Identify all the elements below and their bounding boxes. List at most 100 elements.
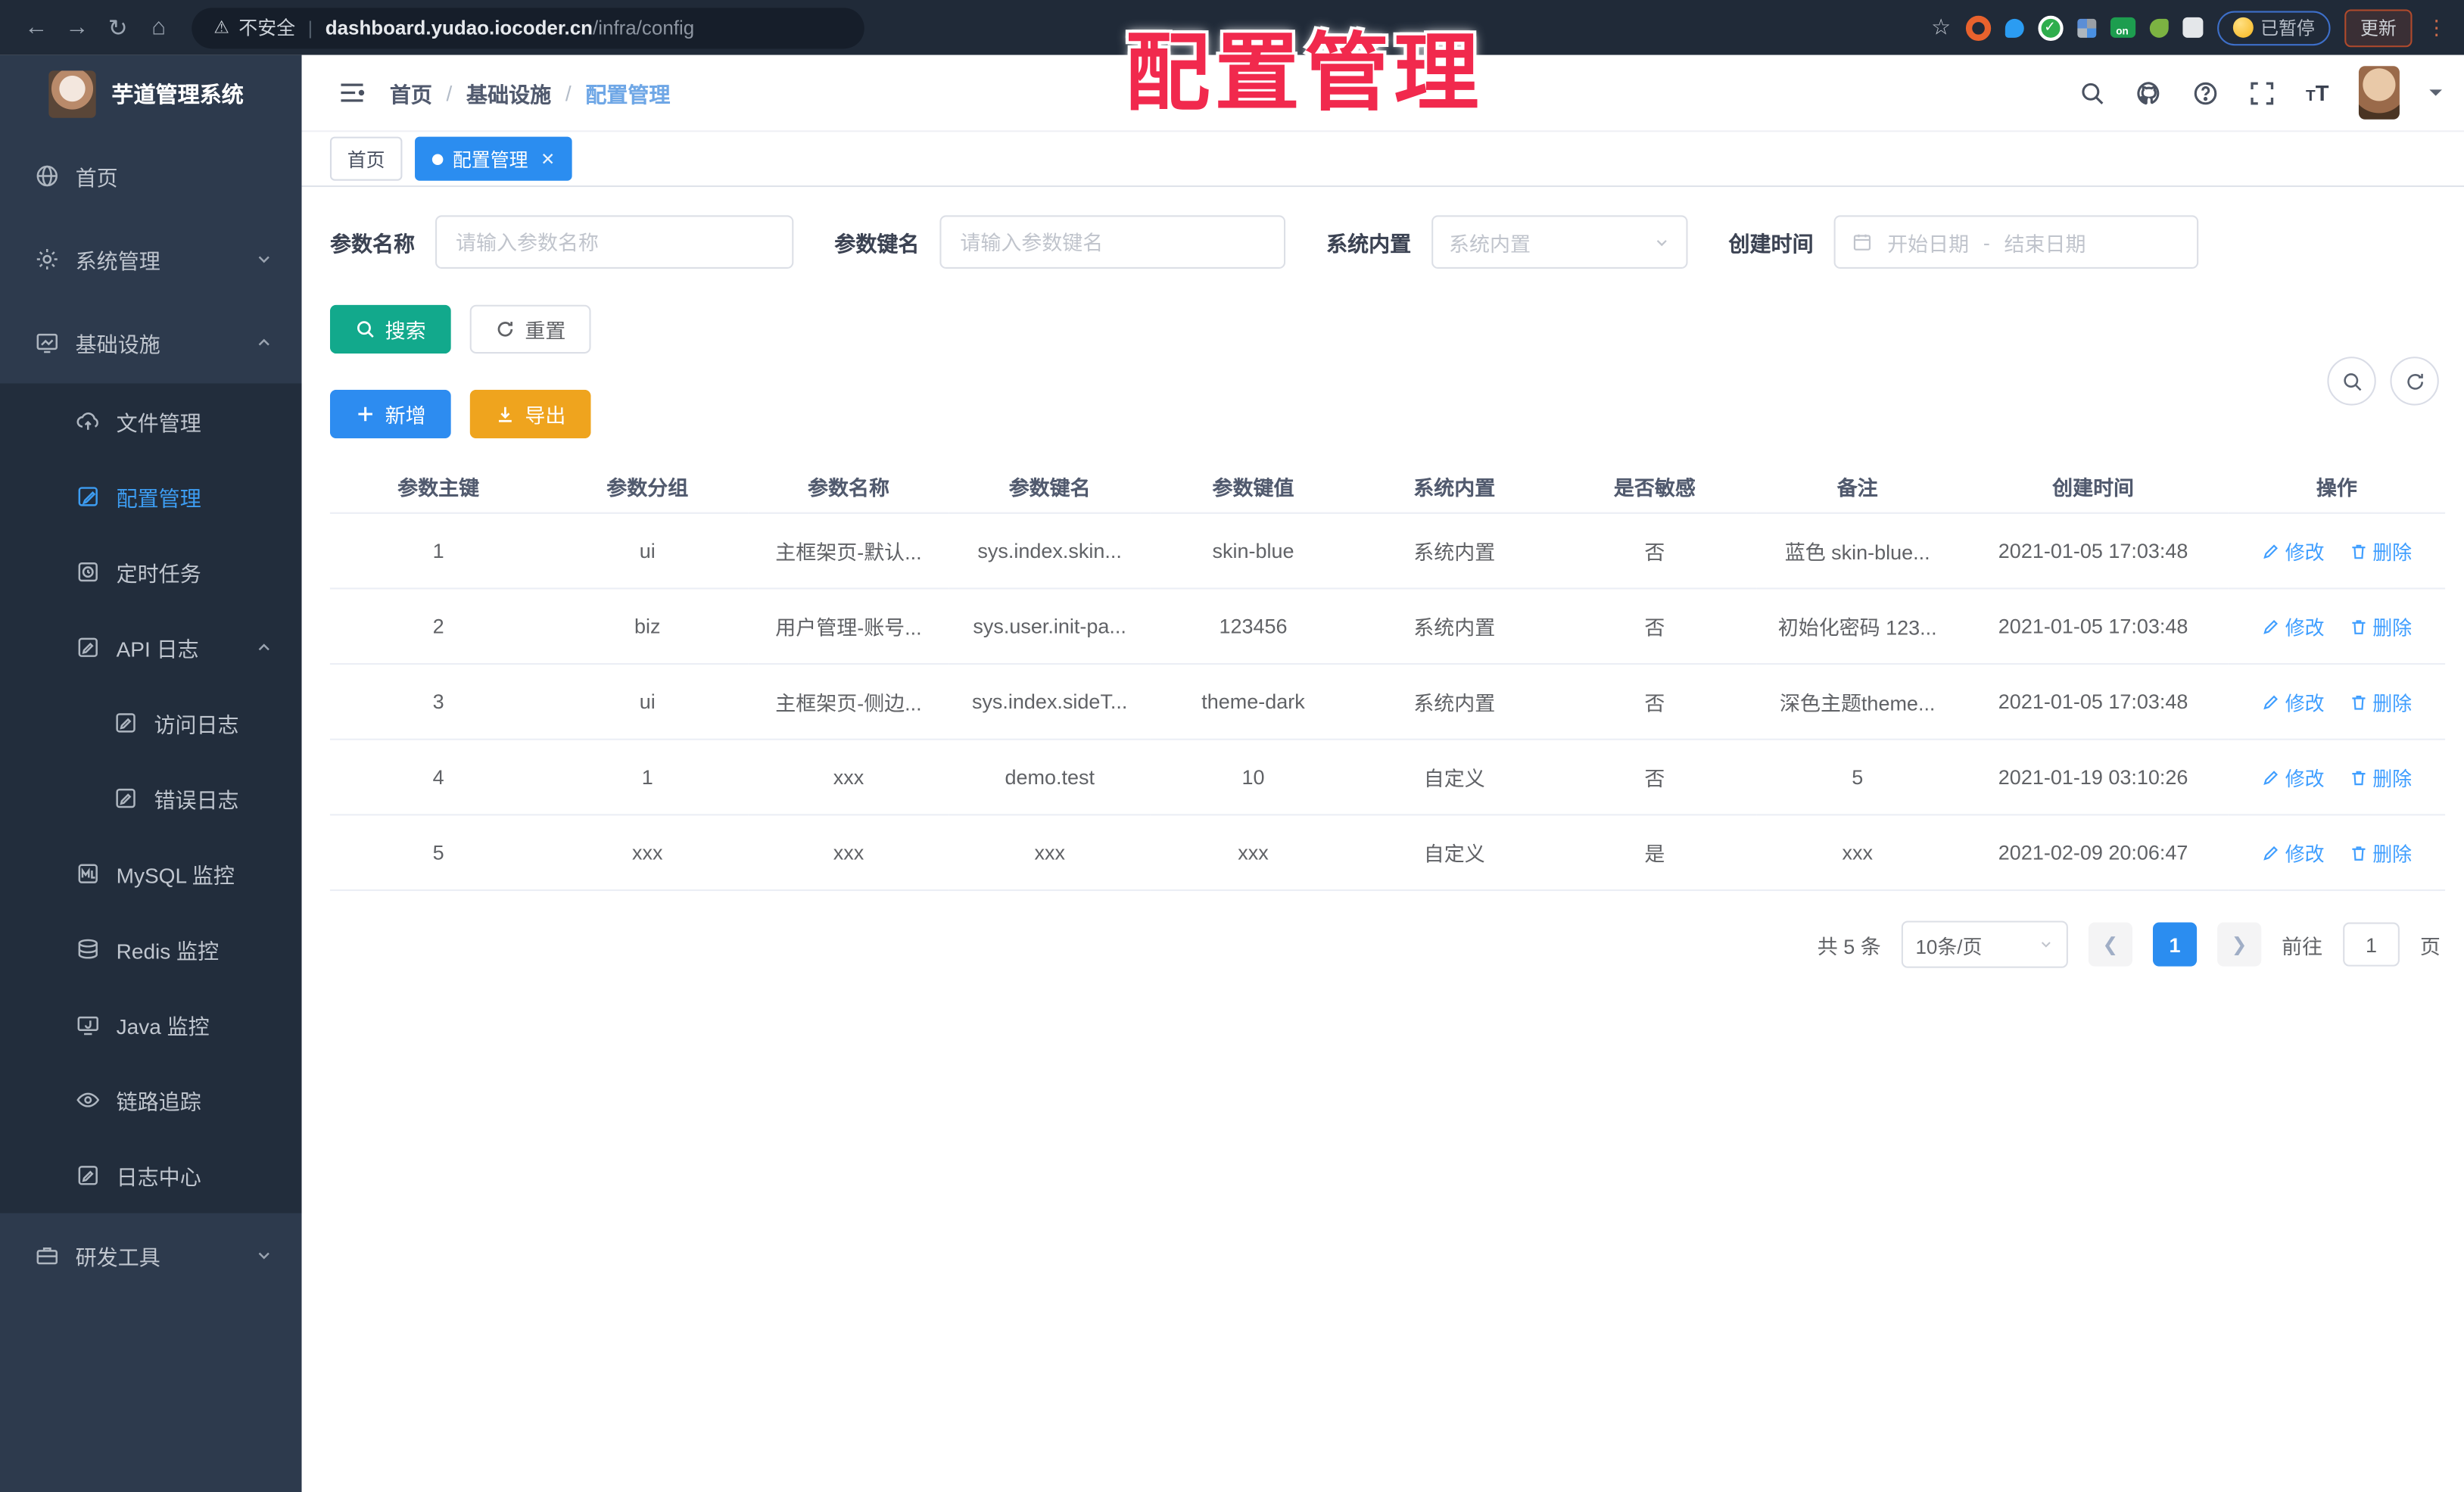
sidebar-item-dev-tools[interactable]: 研发工具: [0, 1213, 302, 1297]
delete-link[interactable]: 删除: [2349, 612, 2412, 641]
current-page-button[interactable]: 1: [2152, 922, 2198, 967]
sidebar-item-file-manage[interactable]: 文件管理: [0, 384, 302, 459]
navbar-tools: TT: [2079, 66, 2442, 120]
chevron-up-icon: [254, 332, 273, 351]
cell-group: 1: [547, 739, 749, 816]
cell-actions: 修改 删除: [2228, 739, 2446, 816]
reset-button[interactable]: 重置: [469, 304, 591, 354]
edit-link[interactable]: 修改: [2262, 837, 2325, 867]
extension-check-icon[interactable]: ✓: [2037, 14, 2063, 40]
filter-system-type: 系统内置 系统内置: [1326, 215, 1688, 269]
col-header: 是否敏感: [1552, 460, 1757, 514]
refresh-table-button[interactable]: [2390, 357, 2439, 406]
sidebar-item-scheduled-jobs[interactable]: 定时任务: [0, 534, 302, 610]
toggle-search-button[interactable]: [2327, 357, 2376, 406]
user-menu-caret-icon[interactable]: [2429, 89, 2442, 102]
active-dot-icon: [431, 153, 444, 164]
goto-page-input[interactable]: [2343, 922, 2400, 967]
extensions-puzzle-icon[interactable]: [2182, 17, 2203, 38]
sidebar-item-system[interactable]: 系统管理: [0, 216, 302, 300]
magnifier-icon: [2341, 370, 2363, 392]
browser-forward-icon[interactable]: →: [57, 14, 98, 41]
breadcrumb-section[interactable]: 基础设施: [466, 77, 551, 109]
sidebar: 芋道管理系统 首页 系统管理 基础设施 文件管理 配置管理 定时任务 API 日…: [0, 55, 302, 1492]
sidebar-item-label: MySQL 监控: [116, 864, 235, 888]
paused-badge[interactable]: 已暂停: [2216, 10, 2331, 45]
system-type-select[interactable]: 系统内置: [1431, 215, 1688, 269]
cell-group: xxx: [547, 815, 749, 892]
sidebar-item-access-logs[interactable]: 访问日志: [0, 685, 302, 761]
param-key-input[interactable]: [939, 215, 1286, 269]
extension-on-icon[interactable]: on: [2109, 17, 2135, 38]
sidebar-item-redis-monitor[interactable]: Redis 监控: [0, 911, 302, 987]
edit-link[interactable]: 修改: [2262, 687, 2325, 716]
col-header: 参数键值: [1150, 460, 1357, 514]
edit-link[interactable]: 修改: [2262, 762, 2325, 792]
tag-config-manage[interactable]: 配置管理 ✕: [415, 136, 573, 181]
search-icon[interactable]: [2079, 79, 2106, 106]
sidebar-item-label: 基础设施: [75, 332, 160, 357]
extension-grid-icon[interactable]: [2076, 17, 2096, 37]
delete-link[interactable]: 删除: [2349, 837, 2412, 867]
sidebar-item-config-manage[interactable]: 配置管理: [0, 459, 302, 534]
add-button[interactable]: 新增: [329, 389, 451, 439]
bookmark-star-icon[interactable]: ☆: [1931, 14, 1951, 41]
browser-back-icon[interactable]: ←: [16, 14, 57, 41]
extension-pin-icon[interactable]: [2004, 17, 2023, 37]
paused-label: 已暂停: [2260, 19, 2315, 39]
cell-key: demo.test: [949, 739, 1151, 816]
sidebar-item-java-monitor[interactable]: Java 监控: [0, 987, 302, 1063]
fullscreen-icon[interactable]: [2249, 79, 2276, 106]
edit-link[interactable]: 修改: [2262, 612, 2325, 641]
cell-group: ui: [547, 512, 749, 590]
browser-reload-icon[interactable]: ↻: [98, 14, 139, 42]
close-tab-icon[interactable]: ✕: [540, 148, 555, 169]
search-button[interactable]: 搜索: [329, 304, 451, 354]
cell-key: sys.user.init-pa...: [949, 588, 1151, 665]
extension-orange-icon[interactable]: [1964, 14, 1991, 40]
briefcase-icon: [35, 1242, 60, 1267]
export-button[interactable]: 导出: [469, 389, 591, 439]
app-logo-row[interactable]: 芋道管理系统: [0, 55, 302, 134]
sidebar-item-infra[interactable]: 基础设施: [0, 300, 302, 383]
sidebar-item-mysql-monitor[interactable]: MySQL 监控: [0, 836, 302, 911]
table-actions-row: 新增 导出: [329, 389, 2441, 439]
pagination: 共 5 条 10条/页 ❮ 1 ❯ 前往 页: [330, 920, 2441, 968]
sidebar-item-log-center[interactable]: 日志中心: [0, 1138, 302, 1213]
cell-type: 系统内置: [1356, 512, 1553, 590]
cell-key: xxx: [949, 815, 1151, 892]
extension-leaf-icon[interactable]: [2148, 17, 2168, 37]
github-icon[interactable]: [2136, 79, 2163, 106]
browser-menu-icon[interactable]: ⋮: [2426, 15, 2448, 40]
edit-link[interactable]: 修改: [2262, 536, 2325, 565]
date-range-picker[interactable]: 开始日期 - 结束日期: [1833, 215, 2199, 269]
breadcrumb-home[interactable]: 首页: [390, 77, 432, 109]
cell-remark: 5: [1756, 739, 1958, 816]
sidebar-item-trace[interactable]: 链路追踪: [0, 1062, 302, 1138]
log-edit-icon: [113, 710, 138, 735]
page-size-select[interactable]: 10条/页: [1901, 920, 2068, 968]
delete-link[interactable]: 删除: [2349, 762, 2412, 792]
browser-home-icon[interactable]: ⌂: [139, 14, 179, 41]
collapse-menu-icon[interactable]: [339, 80, 367, 105]
browser-update-button[interactable]: 更新: [2344, 8, 2413, 47]
sidebar-item-home[interactable]: 首页: [0, 133, 302, 216]
table-header-row: 参数主键 参数分组 参数名称 参数键名 参数键值 系统内置 是否敏感 备注 创建…: [329, 460, 2446, 514]
address-bar[interactable]: ⚠ 不安全 | dashboard.yudao.iocoder.cn/infra…: [192, 7, 864, 48]
delete-link[interactable]: 删除: [2349, 687, 2412, 716]
url-divider: |: [307, 16, 313, 39]
sidebar-item-error-logs[interactable]: 错误日志: [0, 761, 302, 836]
sidebar-item-api-logs[interactable]: API 日志: [0, 609, 302, 685]
tag-home[interactable]: 首页: [329, 136, 403, 181]
cell-created: 2021-01-05 17:03:48: [1958, 664, 2229, 740]
sidebar-item-label: 配置管理: [116, 487, 201, 511]
cell-actions: 修改 删除: [2228, 664, 2446, 740]
help-icon[interactable]: [2193, 79, 2219, 106]
delete-link[interactable]: 删除: [2349, 536, 2412, 565]
next-page-button[interactable]: ❯: [2217, 922, 2262, 967]
user-avatar[interactable]: [2358, 66, 2400, 120]
param-name-input[interactable]: [435, 215, 794, 269]
prev-page-button[interactable]: ❮: [2088, 922, 2132, 967]
font-size-icon[interactable]: TT: [2306, 80, 2328, 105]
cell-type: 系统内置: [1356, 664, 1553, 740]
